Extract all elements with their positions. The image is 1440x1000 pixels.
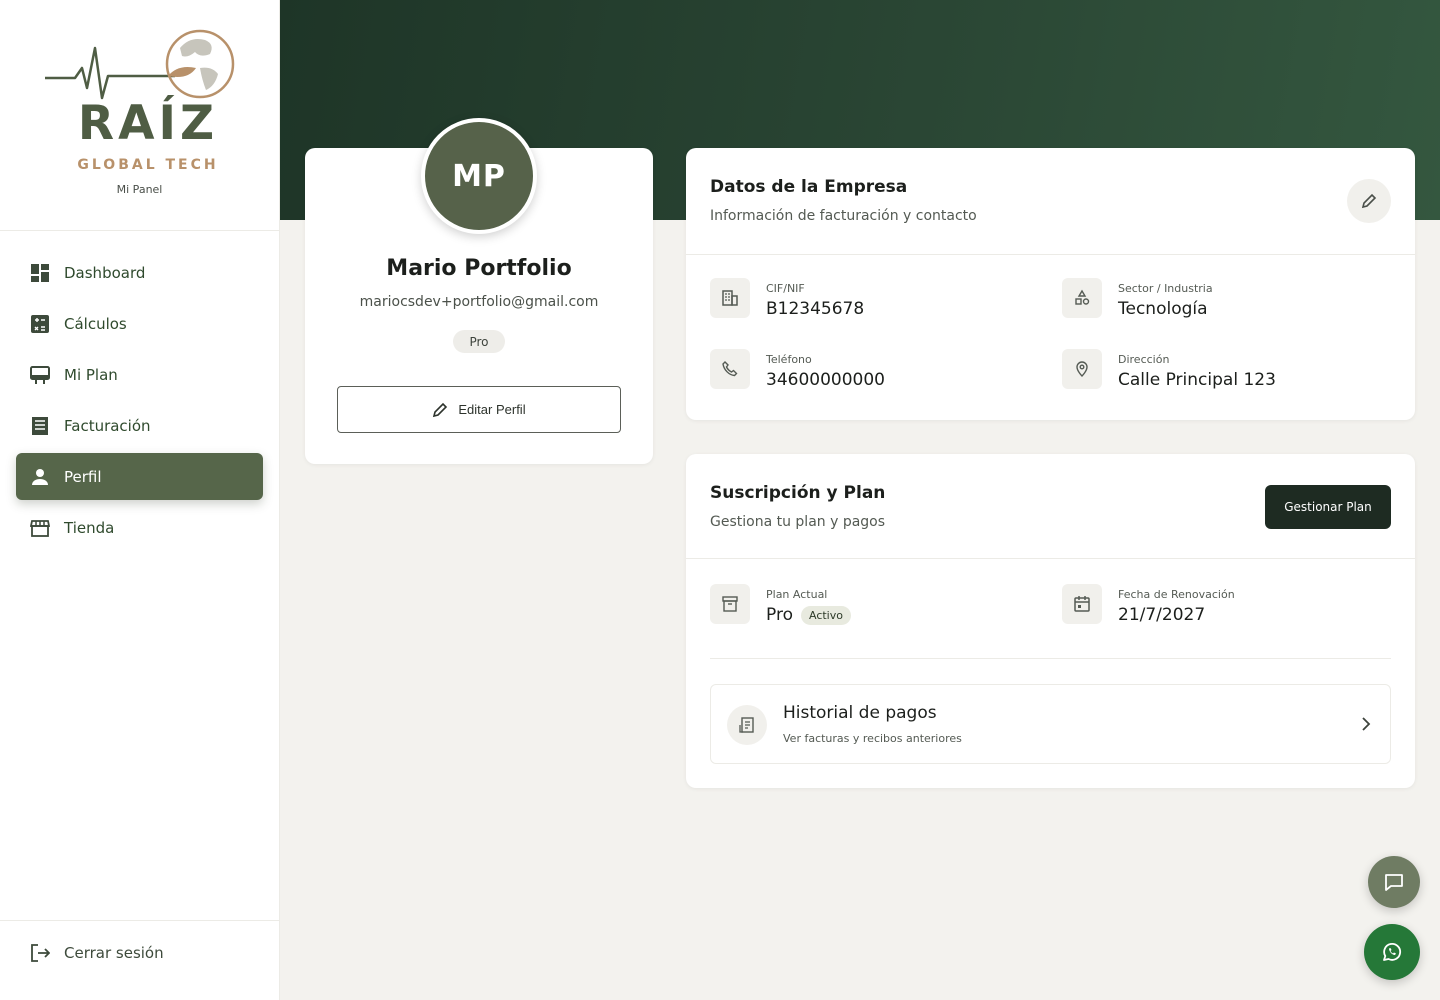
category-icon (1062, 278, 1102, 318)
store-icon (30, 518, 50, 538)
status-badge: Activo (800, 605, 851, 625)
cif-field: CIF/NIF B12345678 (710, 278, 864, 319)
logout-label: Cerrar sesión (64, 943, 164, 962)
payment-history-link[interactable]: Historial de pagos Ver facturas y recibo… (710, 684, 1391, 764)
sidebar-nav: Dashboard Cálculos Mi Plan Facturación P… (16, 249, 263, 555)
current-plan-value-row: Pro Activo (766, 605, 851, 625)
sidebar-item-dashboard[interactable]: Dashboard (16, 249, 263, 296)
sidebar-item-label: Mi Plan (64, 365, 118, 384)
billing-icon (30, 416, 50, 436)
company-card: Datos de la Empresa Información de factu… (686, 148, 1415, 420)
whatsapp-button[interactable] (1364, 924, 1420, 980)
current-plan-field: Plan Actual Pro Activo (710, 584, 851, 625)
brand-panel-label: Mi Panel (116, 183, 163, 196)
archive-icon (710, 584, 750, 624)
sidebar-item-label: Dashboard (64, 263, 146, 282)
sidebar: RAÍZ GLOBAL TECH Mi Panel Dashboard Cálc… (0, 0, 280, 1000)
renewal-label: Fecha de Renovación (1118, 588, 1235, 601)
calculator-icon (30, 314, 50, 334)
logout-icon (30, 943, 50, 963)
sidebar-item-perfil[interactable]: Perfil (16, 453, 263, 500)
manage-plan-button[interactable]: Gestionar Plan (1265, 485, 1391, 529)
profile-name: Mario Portfolio (386, 256, 572, 281)
brand-tagline: GLOBAL TECH (77, 157, 219, 173)
divider (710, 658, 1391, 659)
profile-email: mariocsdev+portfolio@gmail.com (359, 294, 599, 310)
sidebar-item-tienda[interactable]: Tienda (16, 504, 263, 551)
sidebar-item-facturacion[interactable]: Facturación (16, 402, 263, 449)
sector-field: Sector / Industria Tecnología (1062, 278, 1213, 319)
company-subtitle: Información de facturación y contacto (710, 208, 977, 224)
sidebar-item-label: Tienda (64, 518, 115, 537)
renewal-value: 21/7/2027 (1118, 605, 1206, 625)
plan-badge: Pro (453, 330, 505, 353)
chevron-right-icon (1362, 717, 1371, 731)
sector-label: Sector / Industria (1118, 282, 1213, 295)
cif-value: B12345678 (766, 299, 865, 319)
receipt-icon (727, 705, 767, 745)
plan-icon (30, 365, 50, 385)
edit-profile-label: Editar Perfil (458, 402, 526, 417)
brand-header: RAÍZ GLOBAL TECH Mi Panel (0, 0, 279, 231)
building-icon (710, 278, 750, 318)
avatar: MP (421, 118, 537, 234)
sidebar-item-calculos[interactable]: Cálculos (16, 300, 263, 347)
pencil-icon (1361, 193, 1377, 209)
chat-icon (1385, 874, 1403, 891)
logout-section: Cerrar sesión (0, 920, 279, 1000)
sector-value: Tecnología (1118, 299, 1208, 319)
address-field: Dirección Calle Principal 123 (1062, 349, 1276, 390)
divider (686, 558, 1415, 559)
current-plan-label: Plan Actual (766, 588, 828, 601)
history-title: Historial de pagos (783, 703, 937, 723)
pencil-icon (433, 402, 448, 417)
person-icon (30, 467, 50, 487)
location-pin-icon (1062, 349, 1102, 389)
logout-button[interactable]: Cerrar sesión (16, 929, 263, 976)
dashboard-icon (30, 263, 50, 283)
calendar-icon (1062, 584, 1102, 624)
cif-label: CIF/NIF (766, 282, 805, 295)
brand-name: RAÍZ (77, 96, 219, 151)
sidebar-item-label: Facturación (64, 416, 151, 435)
sidebar-item-label: Cálculos (64, 314, 127, 333)
whatsapp-icon (1383, 943, 1402, 961)
phone-value: 34600000000 (766, 370, 885, 390)
sidebar-item-mi-plan[interactable]: Mi Plan (16, 351, 263, 398)
phone-label: Teléfono (766, 353, 812, 366)
current-plan-value: Pro (766, 605, 793, 625)
subscription-title: Suscripción y Plan (710, 483, 886, 503)
renewal-field: Fecha de Renovación 21/7/2027 (1062, 584, 1235, 625)
subscription-card: Suscripción y Plan Gestiona tu plan y pa… (686, 454, 1415, 788)
chat-button[interactable] (1368, 856, 1420, 908)
edit-company-button[interactable] (1347, 179, 1391, 223)
company-title: Datos de la Empresa (710, 177, 908, 197)
divider (686, 254, 1415, 255)
address-label: Dirección (1118, 353, 1170, 366)
subscription-subtitle: Gestiona tu plan y pagos (710, 514, 886, 530)
edit-profile-button[interactable]: Editar Perfil (337, 386, 621, 433)
phone-field: Teléfono 34600000000 (710, 349, 885, 390)
sidebar-item-label: Perfil (64, 467, 102, 486)
address-value: Calle Principal 123 (1118, 370, 1276, 390)
history-subtitle: Ver facturas y recibos anteriores (783, 732, 962, 745)
phone-icon (710, 349, 750, 389)
